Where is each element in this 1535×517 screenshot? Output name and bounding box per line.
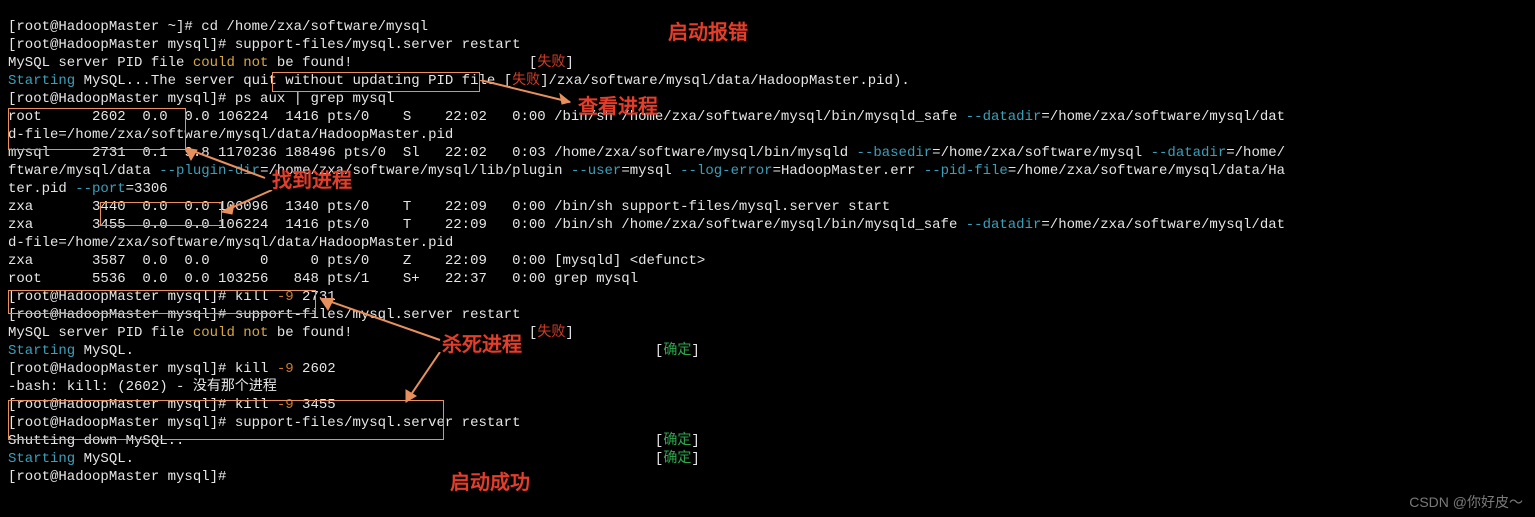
flag: --datadir (966, 217, 1042, 233)
prompt-line: [root@HadoopMaster mysql]# kill (8, 361, 277, 377)
flag: -9 (277, 361, 294, 377)
proc-row: ftware/mysql/data (8, 163, 159, 179)
prompt-line: [root@HadoopMaster mysql]# ps aux | grep… (8, 91, 394, 107)
text: MySQL server PID file (8, 55, 193, 71)
flag: --port (75, 181, 125, 197)
arrow-icon (400, 352, 450, 412)
text: =/home/zxa/software/mysql/dat (1041, 109, 1285, 125)
text: =/home/ (1226, 145, 1285, 161)
text: be found! (268, 55, 352, 71)
text: MySQL. (75, 451, 134, 467)
text: =3306 (126, 181, 168, 197)
arrow-icon (185, 148, 275, 188)
annotation-box (8, 108, 186, 150)
status-ok: 确定 (663, 343, 691, 359)
annotation-start-ok: 启动成功 (450, 474, 530, 492)
prompt-line: [root@HadoopMaster mysql]# support-files… (8, 37, 520, 53)
flag: --log-error (680, 163, 772, 179)
text: =/home/zxa/software/mysql/dat (1041, 217, 1285, 233)
prompt-line: [root@HadoopMaster ~]# cd /home/zxa/soft… (8, 19, 428, 35)
status-text: Starting (8, 73, 75, 89)
text: 2602 (294, 361, 336, 377)
status-fail: 失败 (537, 55, 565, 71)
bracket: ] (691, 451, 699, 467)
annotation-box (272, 72, 480, 92)
status-fail: 失败 (537, 325, 565, 341)
warn-text: could not (193, 55, 269, 71)
bracket: ] (565, 55, 573, 71)
text: MySQL. (75, 343, 134, 359)
annotation-box (8, 400, 444, 440)
flag: --datadir (966, 109, 1042, 125)
proc-row: d-file=/home/zxa/software/mysql/data/Had… (8, 235, 453, 251)
annotation-box (100, 202, 222, 226)
text: =mysql (621, 163, 680, 179)
annotation-find-proc: 找到进程 (272, 172, 352, 190)
text: =HadoopMaster.err (773, 163, 924, 179)
status-text: Starting (8, 343, 75, 359)
flag: --datadir (1151, 145, 1227, 161)
warn-text: could not (193, 325, 269, 341)
status-ok: 确定 (663, 451, 691, 467)
text: =/home/zxa/software/mysql (932, 145, 1150, 161)
status-ok: 确定 (663, 433, 691, 449)
flag: --pid-file (924, 163, 1008, 179)
text: -bash: kill: (2602) - 没有那个进程 (8, 379, 277, 395)
proc-row: root 5536 0.0 0.0 103256 848 pts/1 S+ 22… (8, 271, 638, 287)
bracket: ] (691, 343, 699, 359)
flag: --basedir (857, 145, 933, 161)
proc-row: ter.pid (8, 181, 75, 197)
arrow-icon (320, 298, 450, 348)
arrow-icon (480, 80, 580, 110)
prompt-line: [root@HadoopMaster mysql]# (8, 469, 226, 485)
text: =/home/zxa/software/mysql/data/Ha (1008, 163, 1285, 179)
arrow-icon (222, 190, 282, 220)
status-text: Starting (8, 451, 75, 467)
annotation-view-proc: 查看进程 (578, 98, 658, 116)
annotation-start-error: 启动报错 (668, 24, 748, 42)
text: ]/zxa/software/mysql/data/HadoopMaster.p… (540, 73, 910, 89)
annotation-box (8, 290, 316, 314)
bracket: ] (565, 325, 573, 341)
bracket: ] (691, 433, 699, 449)
annotation-kill-proc: 杀死进程 (442, 336, 522, 354)
text: MySQL server PID file (8, 325, 193, 341)
proc-row: zxa 3587 0.0 0.0 0 0 pts/0 Z 22:09 0:00 … (8, 253, 705, 269)
flag: --user (571, 163, 621, 179)
watermark: CSDN @你好皮～ (1409, 493, 1523, 511)
